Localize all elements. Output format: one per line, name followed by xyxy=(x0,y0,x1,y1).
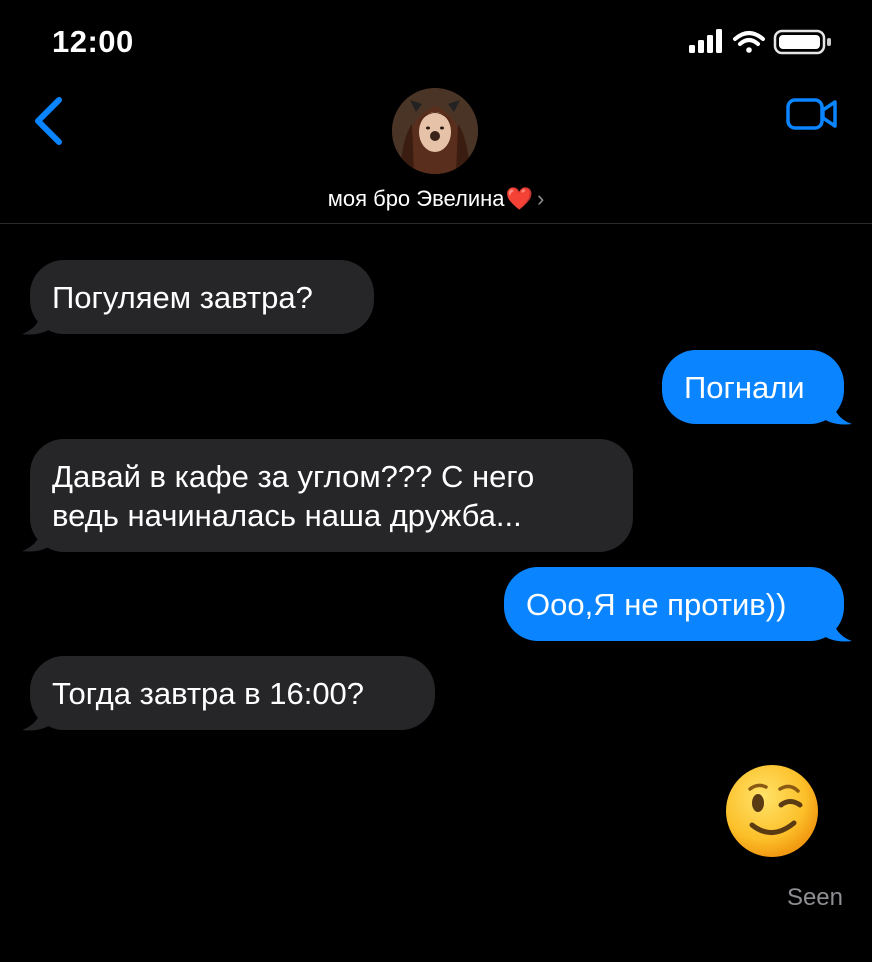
winking-face-emoji-icon xyxy=(726,765,818,857)
message-bubble-outgoing[interactable]: Погнали xyxy=(662,350,844,424)
message-bubble-incoming[interactable]: Тогда завтра в 16:00? xyxy=(30,656,435,730)
contact-name: моя бро Эвелина xyxy=(327,186,505,211)
video-camera-icon xyxy=(786,98,837,130)
message-text-line: ведь начиналась наша дружба... xyxy=(52,498,522,533)
message-text-line: Давай в кафе за углом??? С него xyxy=(52,459,535,494)
read-receipt: Seen xyxy=(786,884,843,911)
message-bubble-incoming[interactable]: Давай в кафе за углом??? С него ведь нач… xyxy=(30,439,633,552)
contact-name-row[interactable]: моя бро Эвелина❤️ › xyxy=(0,186,872,212)
conversation-header: моя бро Эвелина❤️ › xyxy=(0,78,872,224)
signal-icon xyxy=(689,29,722,53)
avatar-photo xyxy=(392,88,478,174)
status-icons xyxy=(689,28,834,56)
message-bubble-outgoing[interactable]: Ооо,Я не против)) xyxy=(504,567,844,641)
chevron-left-icon xyxy=(35,97,62,145)
imessage-conversation-screen: 12:00 моя бро Эвелина❤️ › Погуляем завтр… xyxy=(0,0,872,962)
message-text: Погнали xyxy=(684,370,805,405)
battery-icon xyxy=(773,29,831,55)
message-bubble-incoming[interactable]: Погуляем завтра? xyxy=(30,260,374,334)
heart-emoji: ❤️ xyxy=(505,186,533,211)
message-text: Ооо,Я не против)) xyxy=(526,587,787,622)
status-time: 12:00 xyxy=(52,24,134,59)
facetime-video-button[interactable] xyxy=(786,96,838,132)
contact-avatar[interactable] xyxy=(392,88,478,174)
message-emoji-outgoing[interactable] xyxy=(724,763,820,859)
chevron-right-icon: › xyxy=(536,186,545,211)
message-text: Тогда завтра в 16:00? xyxy=(52,676,365,711)
back-button[interactable] xyxy=(30,94,66,148)
wifi-icon xyxy=(733,31,765,53)
message-text: Погуляем завтра? xyxy=(52,280,313,315)
